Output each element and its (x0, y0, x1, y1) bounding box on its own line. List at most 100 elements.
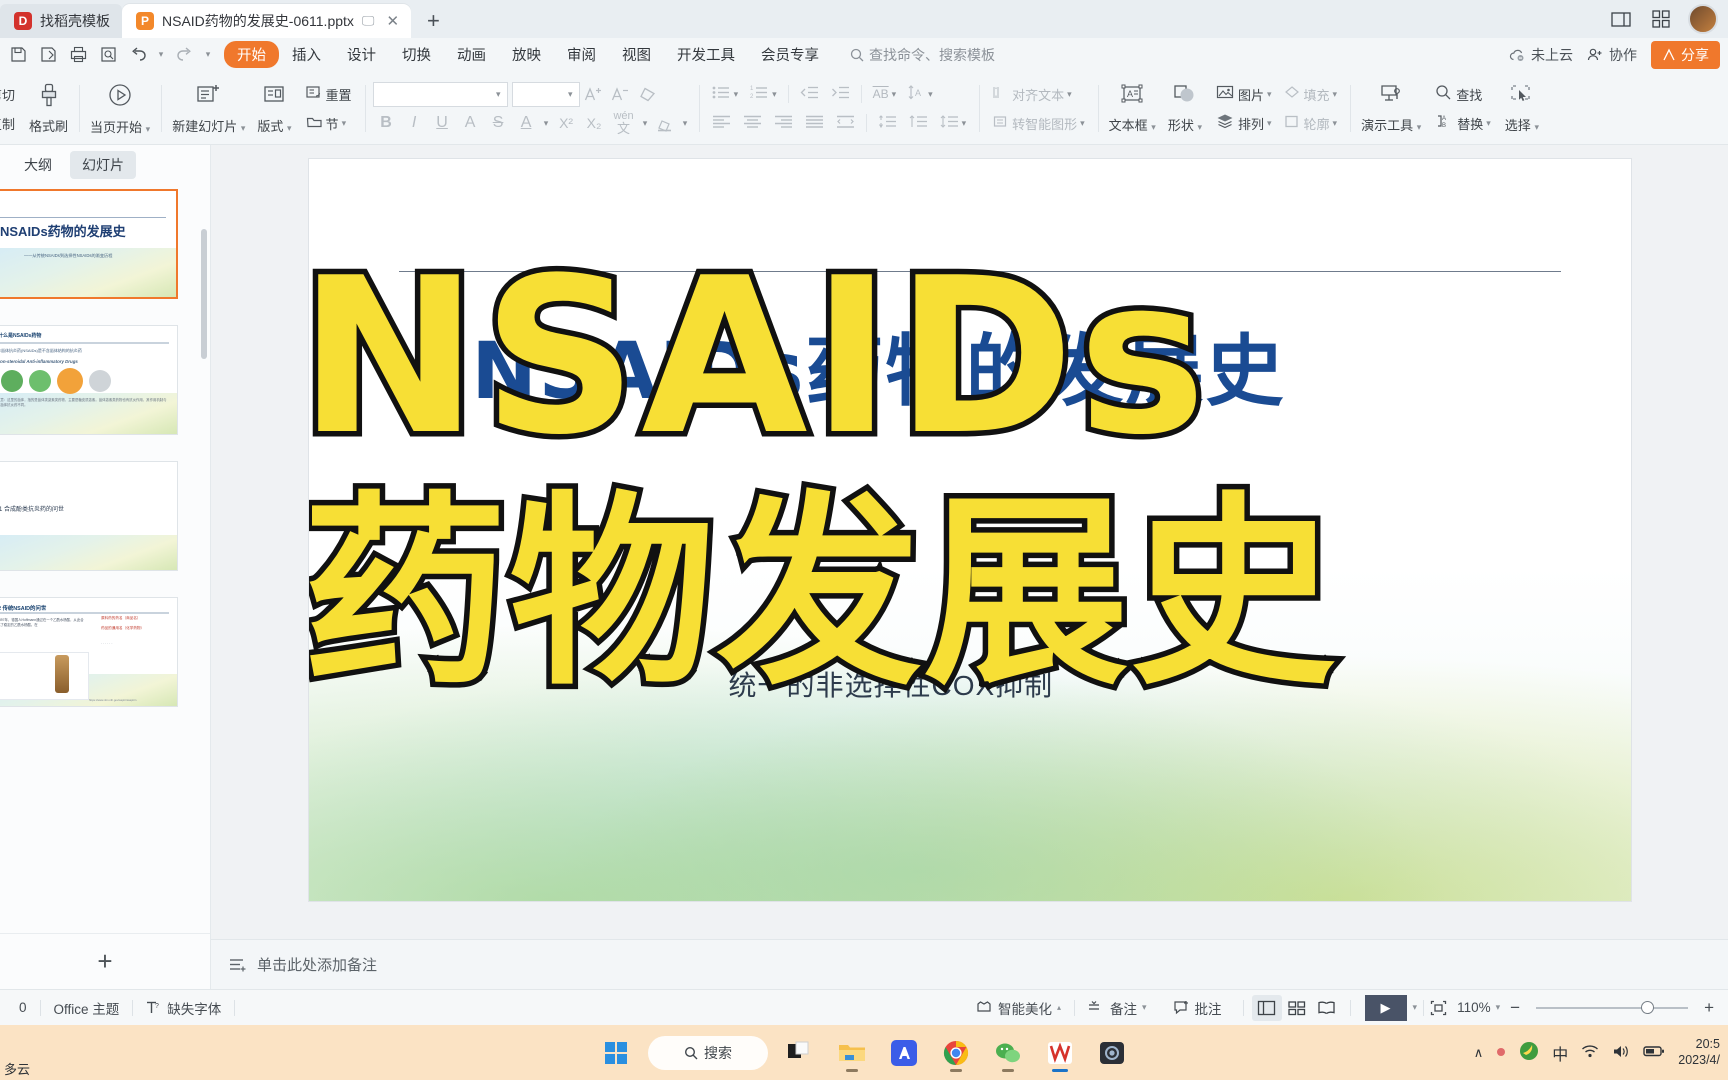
pane-tab-outline[interactable]: 大纲 (12, 151, 64, 179)
undo-icon[interactable] (124, 42, 152, 68)
ribbon-tab-home[interactable]: 开始 (224, 41, 279, 68)
user-avatar[interactable] (1688, 4, 1718, 34)
font-color-button[interactable]: A (513, 110, 540, 137)
weather-widget[interactable]: 多云 (4, 1059, 30, 1078)
task-view-icon[interactable] (780, 1033, 820, 1073)
slide-thumbnail-1[interactable]: NSAIDs药物的发展史 ——从传统NSAIDs到选择性NSAIDs的渐变历程 (0, 189, 178, 299)
increase-font-size-button[interactable] (580, 81, 607, 108)
print-preview-icon[interactable] (94, 42, 122, 68)
clear-formatting-button[interactable] (634, 81, 661, 108)
zoom-slider-handle[interactable] (1641, 1000, 1655, 1014)
copy-button[interactable]: 复制 (0, 110, 20, 137)
decrease-indent-button[interactable] (795, 81, 824, 108)
zoom-in-button[interactable]: + (1698, 998, 1720, 1018)
clock[interactable]: 20:5 2023/4/ (1678, 1037, 1720, 1068)
tray-app-icon[interactable] (1519, 1041, 1539, 1064)
underline-button[interactable]: U (429, 110, 456, 137)
slides-pane-scrollbar[interactable] (201, 229, 207, 359)
windows-start-icon[interactable] (596, 1033, 636, 1073)
grid-view-icon[interactable] (1648, 6, 1674, 32)
text-direction-button[interactable]: AB ▾ (868, 81, 902, 108)
ribbon-tab-animation[interactable]: 动画 (444, 41, 499, 68)
pinyin-guide-button[interactable]: wén 文 (609, 110, 639, 137)
print-icon[interactable] (64, 42, 92, 68)
bold-button[interactable]: B (373, 110, 400, 137)
ribbon-tab-insert[interactable]: 插入 (279, 41, 334, 68)
cloud-status[interactable]: 未上云 (1509, 45, 1573, 65)
replace-button[interactable]: AB 替换 ▾ (1430, 110, 1496, 137)
tab-document-active[interactable]: P NSAID药物的发展史-0611.pptx 🖵 ✕ (122, 4, 412, 38)
command-search[interactable]: 查找命令、搜索模板 (850, 45, 995, 65)
zoom-out-button[interactable]: − (1504, 998, 1526, 1018)
highlight-color-button[interactable] (652, 110, 679, 137)
wps-icon[interactable] (1040, 1033, 1080, 1073)
ribbon-tab-review[interactable]: 审阅 (554, 41, 609, 68)
slide-thumbnail-2[interactable]: 什么是NSAIDs药物 非甾体抗炎药(NSAIDs)是不含甾体结构的抗炎药 No… (0, 325, 178, 435)
redo-icon[interactable] (170, 42, 198, 68)
wechat-icon[interactable] (988, 1033, 1028, 1073)
shape-button[interactable]: 形状 ▾ (1162, 82, 1208, 136)
slide-thumbnail-3[interactable]: 1 合成酚类抗炎药的问世 (0, 461, 178, 571)
align-text-button[interactable]: 对齐文本 ▾ (987, 81, 1077, 108)
slideshow-dropdown-icon[interactable]: ▾ (1407, 1002, 1424, 1013)
space-after-button[interactable] (904, 110, 933, 137)
slide-thumbnail-list[interactable]: NSAIDs药物的发展史 ——从传统NSAIDs到选择性NSAIDs的渐变历程 … (0, 185, 210, 933)
bullet-list-button[interactable]: ▾ (707, 81, 744, 108)
share-button[interactable]: 分享 (1651, 40, 1720, 69)
save-as-icon[interactable] (34, 42, 62, 68)
comments-button[interactable]: 批注 (1160, 998, 1235, 1018)
slide-title-text[interactable]: NSAIDs药物的发展史 (472, 309, 1286, 421)
char-spacing-button[interactable]: A ▾ (903, 81, 938, 108)
slide-thumbnail-4[interactable]: 2 传统NSAID的问世 1897年，德国人Hoffmann通过在一个乙酰水杨酸… (0, 597, 178, 707)
ribbon-tab-developer[interactable]: 开发工具 (664, 41, 748, 68)
format-painter-button[interactable]: 格式刷 (23, 81, 74, 137)
smart-beautify-button[interactable]: 智能美化 ▴ (963, 998, 1074, 1018)
tray-dot-icon[interactable] (1496, 1045, 1506, 1060)
arrange-button[interactable]: 排列 ▾ (1211, 110, 1277, 137)
space-before-button[interactable] (873, 110, 902, 137)
outline-button[interactable]: 轮廓 ▾ (1279, 110, 1343, 137)
cut-button[interactable]: 剪切 (0, 81, 20, 108)
ribbon-tab-slideshow[interactable]: 放映 (499, 41, 554, 68)
section-button[interactable]: 节 ▾ (301, 110, 352, 137)
presentation-tools-button[interactable]: 演示工具 ▾ (1355, 81, 1427, 136)
add-slide-button[interactable]: + (0, 933, 210, 989)
battery-icon[interactable] (1643, 1044, 1665, 1061)
select-button[interactable]: 选择 ▾ (1499, 82, 1545, 136)
increase-indent-button[interactable] (826, 81, 855, 108)
from-current-slide-button[interactable]: 当页开始 ▾ (84, 80, 156, 138)
normal-view-button[interactable] (1251, 994, 1282, 1021)
textbox-button[interactable]: A 文本框 ▾ (1103, 82, 1162, 136)
font-color-dropdown-icon[interactable]: ▾ (541, 110, 552, 137)
taskbar-search[interactable]: 搜索 (648, 1035, 768, 1070)
ribbon-tab-transition[interactable]: 切换 (389, 41, 444, 68)
align-center-button[interactable] (738, 110, 767, 137)
convert-to-smartart-button[interactable]: 转智能图形 ▾ (987, 110, 1090, 137)
undo-dropdown-icon[interactable]: ▾ (154, 42, 168, 68)
superscript-button[interactable]: X² (553, 110, 580, 137)
fill-button[interactable]: 填充 ▾ (1279, 81, 1343, 108)
strikethrough-button[interactable]: S (485, 110, 512, 137)
zoom-slider[interactable] (1536, 1000, 1689, 1014)
customize-quick-access-icon[interactable]: ▾ (200, 42, 216, 68)
text-shadow-button[interactable]: A (457, 110, 484, 137)
close-tab-icon[interactable]: ✕ (386, 12, 399, 30)
notes-pane[interactable]: 单击此处添加备注 (211, 939, 1728, 989)
ribbon-tab-member[interactable]: 会员专享 (748, 41, 832, 68)
align-left-button[interactable] (707, 110, 736, 137)
split-screen-icon[interactable] (1608, 6, 1634, 32)
distribute-button[interactable] (831, 110, 860, 137)
theme-name[interactable]: Office 主题 (41, 998, 133, 1018)
new-slide-button[interactable]: 新建幻灯片 ▾ (166, 81, 251, 137)
camera-app-icon[interactable] (1092, 1033, 1132, 1073)
canvas-area[interactable]: NSAIDs药物的发展史 统一的非选择性COX抑制 NSAIDs 药物发展史 (211, 145, 1728, 939)
notes-toggle-button[interactable]: 备注 ▾ (1075, 998, 1160, 1018)
tray-overflow-icon[interactable]: ∧ (1474, 1045, 1484, 1061)
ribbon-tab-design[interactable]: 设计 (334, 41, 389, 68)
font-size-select[interactable]: ▾ (511, 81, 580, 107)
font-family-select[interactable]: ▾ (372, 81, 508, 107)
tab-template-store[interactable]: D 找稻壳模板 (0, 4, 122, 38)
missing-font-status[interactable]: ? 缺失字体 (133, 998, 234, 1018)
decrease-font-size-button[interactable] (607, 81, 634, 108)
numbered-list-button[interactable]: 12 ▾ (745, 81, 782, 108)
